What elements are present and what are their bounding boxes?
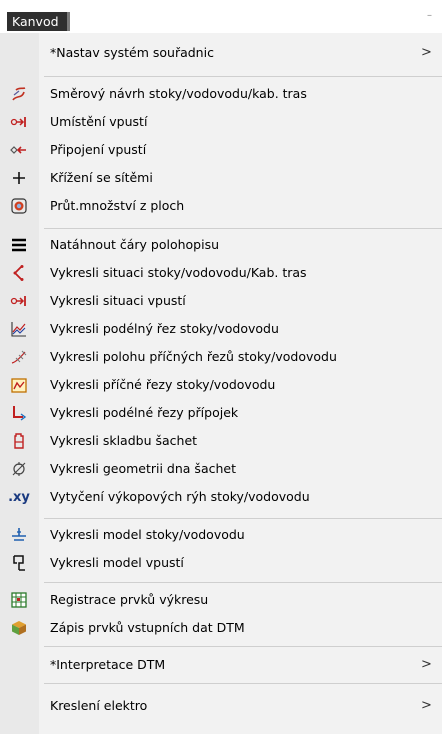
inlet-connect-icon [10,141,28,159]
menu-item-prut-mnozstvi[interactable]: Průt.množství z ploch [0,194,442,217]
menu-item-label: Vykresli situaci stoky/vodovodu/Kab. tra… [50,265,307,280]
menu-item-label: *Interpretace DTM [50,657,166,672]
menu-item-label: *Nastav systém souřadnic [50,45,214,60]
route-design-icon [10,85,28,103]
kanvod-dropdown-menu: *Nastav systém souřadnic > Směrový návrh… [0,33,442,734]
submenu-arrow-icon: > [421,698,432,713]
separator [44,582,442,583]
menu-item-label: Průt.množství z ploch [50,198,185,213]
longitudinal-profile-icon [10,320,28,338]
menu-item-natahnout-cary[interactable]: Natáhnout čáry polohopisu [0,233,442,256]
separator [44,76,442,77]
menu-item-label: Připojení vpustí [50,142,147,157]
menu-item-registrace-prvku[interactable]: Registrace prvků výkresu [0,588,442,611]
manhole-composition-icon [10,432,28,450]
menu-item-vykresli-model-vpusti[interactable]: Vykresli model vpustí [0,551,442,574]
menu-item-label: Křížení se sítěmi [50,170,153,185]
menu-item-label: Vykresli příčné řezy stoky/vodovodu [50,377,276,392]
submenu-arrow-icon: > [421,657,432,672]
separator [44,518,442,519]
menu-item-label: Zápis prvků vstupních dat DTM [50,620,245,635]
dtm-write-icon [10,619,28,637]
menu-item-smerovy-navrh[interactable]: Směrový návrh stoky/vodovodu/kab. tras [0,82,442,105]
menu-item-label: Vykresli skladbu šachet [50,433,198,448]
menu-item-label: Kreslení elektro [50,698,148,713]
menu-item-vykresli-podelne-rezy-pripojek[interactable]: Vykresli podélné řezy přípojek [0,401,442,424]
menu-item-vykresli-pricne-rezy[interactable]: Vykresli příčné řezy stoky/vodovodu [0,373,442,396]
flow-area-icon [10,197,28,215]
menu-kanvod-tab[interactable]: Kanvod [7,12,70,31]
menu-item-vykresli-situaci-stoky[interactable]: Vykresli situaci stoky/vodovodu/Kab. tra… [0,261,442,284]
menu-item-label: Vykresli model vpustí [50,555,184,570]
inlet-place-icon [10,113,28,131]
menu-item-vykresli-skladbu-sachet[interactable]: Vykresli skladbu šachet [0,429,442,452]
separator [44,228,442,229]
sewer-model-icon [10,526,28,544]
menu-item-label: Vytyčení výkopových rýh stoky/vodovodu [50,489,310,504]
crossing-icon [10,169,28,187]
cross-section-icon [10,376,28,394]
cross-position-icon [10,348,28,366]
menu-item-label: Vykresli model stoky/vodovodu [50,527,245,542]
registration-icon [10,591,28,609]
menu-item-label: Vykresli polohu příčných řezů stoky/vodo… [50,349,337,364]
connection-profile-icon [10,404,28,422]
situation-icon [10,264,28,282]
inlet-situation-icon [10,292,28,310]
menu-item-nastav-system-souradnic[interactable]: *Nastav systém souřadnic > [0,41,442,64]
separator [44,646,442,647]
menu-item-krizeni-se-sitemi[interactable]: Křížení se sítěmi [0,166,442,189]
menu-item-vykresli-podelny-rez[interactable]: Vykresli podélný řez stoky/vodovodu [0,317,442,340]
menu-item-zapis-prvku-dtm[interactable]: Zápis prvků vstupních dat DTM [0,616,442,639]
menu-item-label: Směrový návrh stoky/vodovodu/kab. tras [50,86,307,101]
menu-item-vykresli-geometrii-dna[interactable]: Vykresli geometrii dna šachet [0,457,442,480]
menu-item-label: Registrace prvků výkresu [50,592,209,607]
menu-item-label: Umístění vpustí [50,114,148,129]
menubar-mark: – [427,10,432,21]
lines-icon [10,236,28,254]
menubar: Kanvod – [0,0,442,33]
submenu-arrow-icon: > [421,45,432,60]
menu-item-label: Vykresli geometrii dna šachet [50,461,236,476]
menu-item-label: Vykresli situaci vpustí [50,293,186,308]
menu-item-pripojeni-vpusti[interactable]: Připojení vpustí [0,138,442,161]
menu-item-vytyceni-vykopovych-ryh[interactable]: .xy Vytyčení výkopových rýh stoky/vodovo… [0,485,442,508]
manhole-bottom-icon [10,460,28,478]
menu-item-label: Vykresli podélné řezy přípojek [50,405,239,420]
menu-item-label: Natáhnout čáry polohopisu [50,237,220,252]
menu-item-umisteni-vpusti[interactable]: Umístění vpustí [0,110,442,133]
xy-icon: .xy [8,489,30,505]
separator [44,683,442,684]
menu-item-interpretace-dtm[interactable]: *Interpretace DTM > [0,653,442,676]
menu-item-kresleni-elektro[interactable]: Kreslení elektro > [0,694,442,717]
inlet-model-icon [10,554,28,572]
menu-item-vykresli-model-stoky[interactable]: Vykresli model stoky/vodovodu [0,523,442,546]
menu-item-vykresli-situaci-vpusti[interactable]: Vykresli situaci vpustí [0,289,442,312]
menu-item-vykresli-polohu-pricnych-rezu[interactable]: Vykresli polohu příčných řezů stoky/vodo… [0,345,442,368]
menu-item-label: Vykresli podélný řez stoky/vodovodu [50,321,279,336]
